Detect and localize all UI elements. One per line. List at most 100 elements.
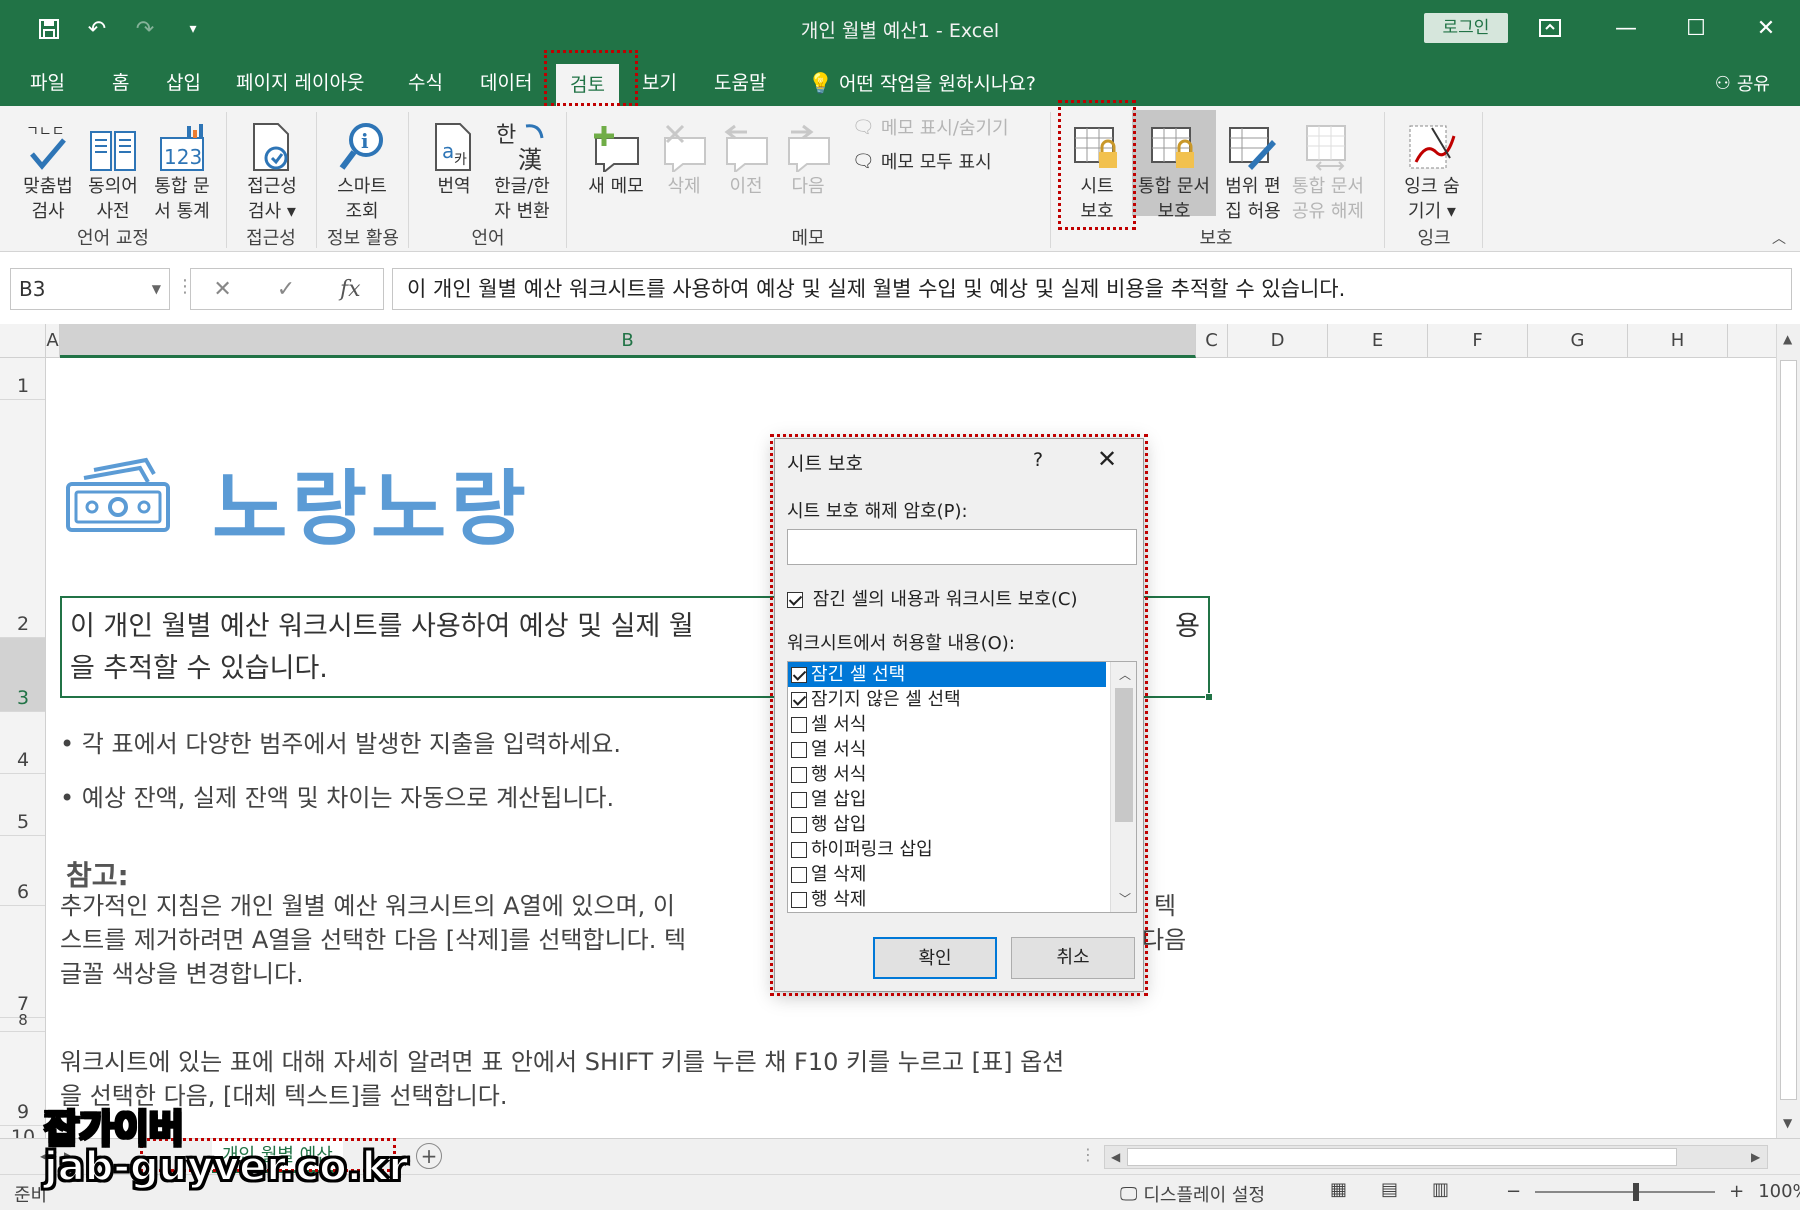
page-layout-view-icon[interactable]: ▤ [1381, 1179, 1398, 1200]
thesaurus-button[interactable]: 동의어 사전 [82, 116, 144, 224]
horizontal-scrollbar[interactable]: ◀ ▶ [1104, 1145, 1768, 1169]
zoom-slider-knob[interactable] [1633, 1182, 1640, 1201]
collapse-ribbon-icon[interactable]: ︿ [1772, 228, 1786, 248]
permissions-list[interactable]: 잠긴 셀 선택 잠기지 않은 셀 선택 셀 서식 열 서식 행 서식 열 삽입 … [787, 661, 1137, 913]
delete-comment-button[interactable]: 삭제 [654, 116, 714, 199]
column-header-b[interactable]: B [60, 324, 1196, 358]
workbook-statistics-button[interactable]: 123 통합 문 서 통계 [146, 116, 218, 224]
fill-handle[interactable] [1205, 693, 1213, 701]
row-header-8[interactable]: 8 [0, 1011, 45, 1032]
permissions-scrollbar[interactable]: ︿ ﹀ [1110, 662, 1136, 912]
row-header-5[interactable]: 5 [0, 774, 45, 836]
permission-item[interactable]: 행 삽입 [788, 812, 1106, 837]
column-header-d[interactable]: D [1228, 324, 1328, 358]
zoom-in-icon[interactable]: + [1729, 1181, 1744, 1202]
permission-item[interactable]: 행 서식 [788, 762, 1106, 787]
protect-workbook-button[interactable]: 통합 문서 보호 [1132, 110, 1216, 222]
row-header-2[interactable]: 2 [0, 400, 45, 638]
help-icon[interactable]: ? [1033, 449, 1043, 471]
zoom-out-icon[interactable]: − [1506, 1181, 1521, 1202]
row-header-9[interactable]: 9 [0, 1032, 45, 1126]
column-header-a[interactable]: A [46, 324, 60, 358]
select-all-corner[interactable] [0, 324, 46, 358]
checkbox-icon[interactable] [791, 692, 807, 708]
checkbox-icon[interactable] [791, 667, 807, 683]
checkbox-icon[interactable] [791, 842, 807, 858]
login-button[interactable]: 로그인 [1424, 13, 1508, 43]
cancel-icon[interactable]: ✕ [213, 277, 231, 302]
row-header-3[interactable]: 3 [0, 638, 45, 712]
next-comment-button[interactable]: 다음 [778, 116, 838, 199]
permission-item[interactable]: 열 삭제 [788, 862, 1106, 887]
enter-icon[interactable]: ✓ [277, 277, 295, 302]
tab-page-layout[interactable]: 페이지 레이아웃 [236, 68, 364, 98]
checkbox-icon[interactable] [791, 892, 807, 908]
tab-review[interactable]: 검토 [556, 64, 619, 106]
display-settings-button[interactable]: 🖵 디스플레이 설정 [1120, 1181, 1265, 1207]
previous-comment-button[interactable]: 이전 [716, 116, 776, 199]
checkbox-icon[interactable] [791, 867, 807, 883]
share-button[interactable]: ⚇ 공유 [1715, 70, 1770, 96]
translate-button[interactable]: a카 번역 [424, 116, 484, 199]
horizontal-scroll-thumb[interactable] [1127, 1148, 1677, 1166]
permission-item[interactable]: 잠긴 셀 선택 [788, 662, 1106, 687]
name-box[interactable]: B3 ▼ [10, 268, 170, 310]
row-header-10[interactable]: 10 [0, 1126, 45, 1138]
row-header-1[interactable]: 1 [0, 358, 45, 400]
smart-lookup-button[interactable]: i 스마트 조회 [326, 116, 398, 224]
close-icon[interactable]: ✕ [1097, 445, 1117, 473]
column-header-c[interactable]: C [1196, 324, 1228, 358]
column-header-f[interactable]: F [1428, 324, 1528, 358]
scroll-up-icon[interactable]: ▲ [1783, 332, 1792, 346]
close-window-icon[interactable]: ✕ [1746, 10, 1786, 46]
column-header-h[interactable]: H [1628, 324, 1728, 358]
permission-item[interactable]: 열 삽입 [788, 787, 1106, 812]
zoom-slider[interactable] [1535, 1182, 1716, 1201]
permission-item[interactable]: 잠기지 않은 셀 선택 [788, 687, 1106, 712]
maximize-icon[interactable]: ☐ [1676, 10, 1716, 46]
permission-item[interactable]: 하이퍼링크 삽입 [788, 837, 1106, 862]
hangul-hanja-button[interactable]: 한漢 한글/한 자 변환 [486, 116, 558, 224]
permission-item[interactable]: 셀 서식 [788, 712, 1106, 737]
formula-input[interactable]: 이 개인 월별 예산 워크시트를 사용하여 예상 및 실제 월별 수입 및 예상… [392, 268, 1792, 310]
checkbox-icon[interactable] [791, 742, 807, 758]
vertical-scroll-thumb[interactable] [1780, 360, 1797, 1100]
scroll-down-icon[interactable]: ▼ [1783, 1116, 1792, 1130]
tab-file[interactable]: 파일 [30, 68, 65, 98]
show-all-comments-button[interactable]: 🗨 메모 모두 표시 [852, 148, 992, 174]
tab-split-grip-icon[interactable]: ⋮ [1080, 1145, 1096, 1164]
tab-insert[interactable]: 삽입 [166, 68, 201, 98]
tab-view[interactable]: 보기 [642, 68, 677, 98]
permission-item[interactable]: 행 삭제 [788, 887, 1106, 912]
hide-ink-button[interactable]: 잉크 숨 기기 ▾ [1396, 116, 1468, 224]
chevron-down-icon[interactable]: ▼ [152, 269, 161, 309]
column-header-e[interactable]: E [1328, 324, 1428, 358]
ribbon-display-options-icon[interactable] [1530, 10, 1570, 46]
checkbox-icon[interactable] [791, 767, 807, 783]
protect-sheet-button[interactable]: 시트 보호 [1064, 116, 1130, 224]
permission-item[interactable]: 열 서식 [788, 737, 1106, 762]
show-hide-comment-button[interactable]: 🗨 메모 표시/숨기기 [852, 114, 1009, 140]
cancel-button[interactable]: 취소 [1011, 937, 1135, 979]
checkbox-icon[interactable] [791, 817, 807, 833]
add-sheet-icon[interactable]: + [416, 1143, 442, 1169]
row-header-7[interactable]: 7 [0, 906, 45, 1018]
normal-view-icon[interactable]: ▦ [1330, 1179, 1347, 1200]
new-comment-button[interactable]: 새 메모 [578, 116, 654, 199]
spelling-button[interactable]: ㄱㄴㄷ 맞춤법 검사 [16, 116, 80, 224]
tab-data[interactable]: 데이터 [480, 68, 532, 98]
scroll-left-icon[interactable]: ◀ [1111, 1150, 1120, 1164]
tab-help[interactable]: 도움말 [714, 68, 766, 98]
scroll-right-icon[interactable]: ▶ [1751, 1150, 1760, 1164]
insert-function-icon[interactable]: fx [340, 277, 361, 302]
permissions-scroll-thumb[interactable] [1115, 688, 1133, 822]
check-accessibility-button[interactable]: 접근성 검사 ▾ [236, 116, 308, 224]
vertical-scrollbar[interactable]: ▲ ▼ [1776, 324, 1800, 1138]
password-input[interactable] [787, 529, 1137, 565]
minimize-icon[interactable]: — [1606, 10, 1646, 46]
column-header-g[interactable]: G [1528, 324, 1628, 358]
protect-contents-checkbox[interactable]: 잠긴 셀의 내용과 워크시트 보호(C) [787, 585, 1078, 611]
checkbox-icon[interactable] [791, 792, 807, 808]
checkbox-icon[interactable] [791, 717, 807, 733]
tell-me-search[interactable]: 💡 어떤 작업을 원하시나요? [808, 68, 1036, 98]
